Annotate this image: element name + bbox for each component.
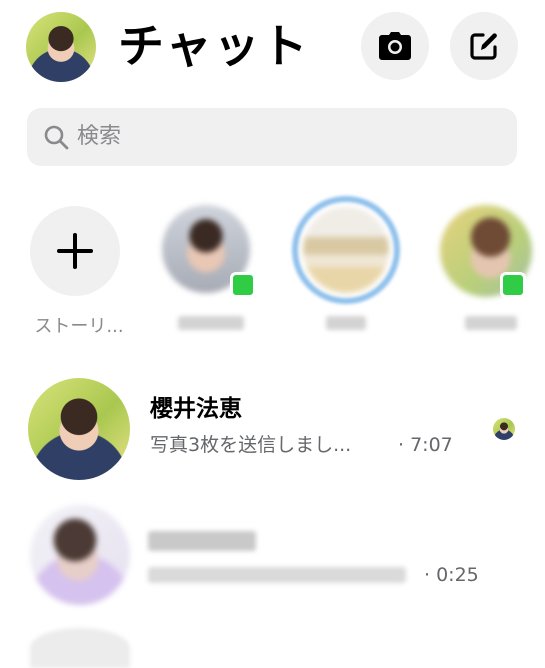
add-story-button[interactable] [30, 206, 120, 296]
story-name-2 [326, 316, 366, 330]
chat-avatar[interactable] [30, 628, 130, 668]
search-icon [44, 125, 69, 150]
camera-button[interactable] [361, 12, 429, 80]
online-indicator [500, 272, 526, 298]
chat-row[interactable]: 櫻井法恵 写真3枚を送信しまし... · 7:07 [0, 368, 545, 490]
chat-time: · 7:07 [398, 434, 453, 456]
chat-preview: 写真3枚を送信しまし... [150, 434, 352, 456]
page-title: チャット [118, 19, 310, 73]
compose-button[interactable] [450, 12, 518, 80]
story-avatar-2[interactable] [303, 207, 389, 293]
add-story-label: ストーリ... [34, 316, 124, 337]
chat-avatar [28, 378, 130, 480]
chat-name [148, 531, 256, 551]
search-bar[interactable]: 検索 [27, 108, 517, 166]
search-placeholder: 検索 [77, 124, 122, 149]
compose-icon [470, 33, 497, 60]
online-indicator [230, 272, 256, 298]
read-receipt-avatar [493, 418, 515, 440]
story-name-3 [465, 316, 517, 330]
profile-avatar[interactable] [26, 12, 96, 82]
chat-preview [148, 567, 406, 583]
chat-name: 櫻井法恵 [150, 396, 242, 422]
camera-icon [379, 32, 411, 60]
plus-icon [57, 233, 93, 269]
chat-avatar [30, 505, 130, 605]
chat-time: · 0:25 [424, 564, 479, 586]
chat-row[interactable]: · 0:25 [0, 495, 545, 617]
story-name-1 [178, 316, 244, 330]
